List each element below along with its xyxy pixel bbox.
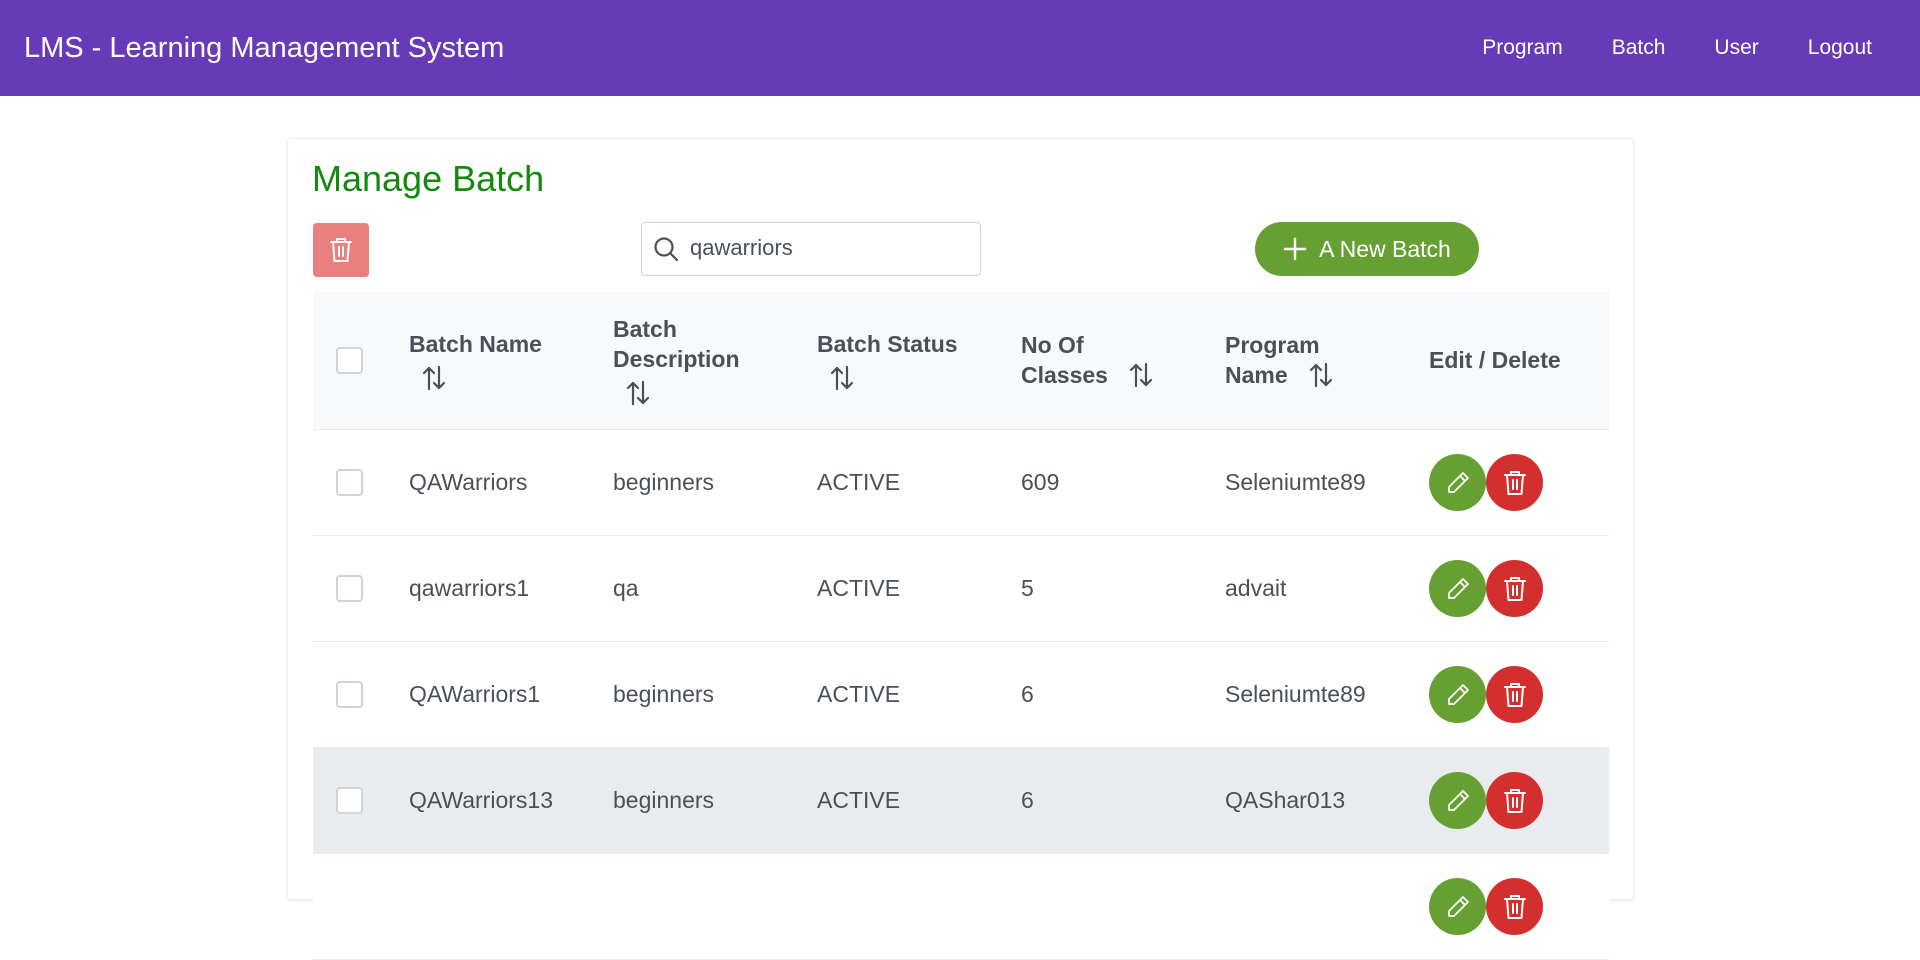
row-checkbox[interactable] <box>336 575 363 602</box>
batch-status-cell: ACTIVE <box>817 469 901 495</box>
edit-button[interactable] <box>1429 560 1486 617</box>
delete-button[interactable] <box>1486 454 1543 511</box>
new-batch-button[interactable]: A New Batch <box>1255 222 1479 276</box>
pencil-icon <box>1445 788 1471 814</box>
new-batch-label: A New Batch <box>1319 235 1451 262</box>
batch-status-cell: ACTIVE <box>817 575 901 601</box>
table-header-row: Batch Name Batch Description Batch Statu… <box>313 291 1609 430</box>
table-row: qawarriors1 qa ACTIVE 5 advait <box>313 536 1609 642</box>
sort-icon[interactable] <box>1128 362 1154 388</box>
pencil-icon <box>1445 894 1471 920</box>
nav-user-link[interactable]: User <box>1714 36 1758 60</box>
header-program-name: Program Name <box>1225 291 1334 429</box>
header-batch-status: Batch Status <box>817 291 958 429</box>
trash-icon <box>329 237 353 263</box>
table-row: QAWarriors beginners ACTIVE 609 Selenium… <box>313 430 1609 536</box>
row-checkbox-cell <box>336 642 363 747</box>
header-program-name-line2: Name <box>1225 362 1288 388</box>
header-batch-description-line1: Batch <box>613 316 677 342</box>
row-actions <box>1429 430 1543 535</box>
batch-status-cell: ACTIVE <box>817 681 901 707</box>
page-title: Manage Batch <box>312 158 545 199</box>
row-checkbox-cell <box>336 748 363 853</box>
batch-description-cell: qa <box>613 575 639 601</box>
program-name-cell: advait <box>1225 575 1287 601</box>
nav-batch-link[interactable]: Batch <box>1612 36 1666 60</box>
header-batch-name: Batch Name <box>409 291 542 429</box>
header-no-of-classes: No Of Classes <box>1021 291 1154 429</box>
trash-icon <box>1503 788 1527 814</box>
trash-icon <box>1503 894 1527 920</box>
no-of-classes-cell: 6 <box>1021 681 1034 707</box>
delete-button[interactable] <box>1486 560 1543 617</box>
select-all-checkbox[interactable] <box>336 346 363 374</box>
no-of-classes-cell: 5 <box>1021 575 1034 601</box>
row-checkbox[interactable] <box>336 469 363 496</box>
row-checkbox-cell <box>336 536 363 641</box>
header-program-name-line1: Program <box>1225 332 1320 358</box>
nav-logout-link[interactable]: Logout <box>1808 36 1872 60</box>
no-of-classes-cell: 6 <box>1021 787 1034 813</box>
batch-name-cell: QAWarriors13 <box>409 787 553 813</box>
sort-icon[interactable] <box>1308 362 1334 388</box>
header-no-of-classes-line2: Classes <box>1021 362 1108 388</box>
program-name-cell: Seleniumte89 <box>1225 681 1366 707</box>
program-name-cell: Seleniumte89 <box>1225 469 1366 495</box>
trash-icon <box>1503 576 1527 602</box>
pencil-icon <box>1445 682 1471 708</box>
manage-batch-card: Manage Batch A New Batch Batch Name <box>287 138 1634 960</box>
search-input[interactable] <box>690 223 970 273</box>
row-actions <box>1429 642 1543 747</box>
batch-name-cell: qawarriors1 <box>409 575 530 601</box>
delete-button[interactable] <box>1486 878 1543 935</box>
batch-name-cell: QAWarriors <box>409 469 528 495</box>
select-all-cell <box>336 291 363 429</box>
plus-icon <box>1283 237 1307 261</box>
nav-menu: Program Batch User Logout <box>1482 0 1920 96</box>
row-actions <box>1429 536 1543 641</box>
table-row-partial <box>313 854 1609 960</box>
edit-button[interactable] <box>1429 772 1486 829</box>
sort-icon[interactable] <box>625 380 651 406</box>
search-field <box>641 222 981 276</box>
pencil-icon <box>1445 470 1471 496</box>
row-actions <box>1429 854 1543 959</box>
pencil-icon <box>1445 576 1471 602</box>
sort-icon[interactable] <box>829 365 855 391</box>
row-checkbox-cell <box>336 430 363 535</box>
delete-button[interactable] <box>1486 772 1543 829</box>
delete-button[interactable] <box>1486 666 1543 723</box>
edit-button[interactable] <box>1429 454 1486 511</box>
batch-table: Batch Name Batch Description Batch Statu… <box>313 291 1609 960</box>
header-batch-status-label: Batch Status <box>817 331 958 357</box>
table-row: QAWarriors13 beginners ACTIVE 6 QAShar01… <box>313 748 1609 854</box>
nav-program-link[interactable]: Program <box>1482 36 1563 60</box>
header-batch-description-line2: Description <box>613 346 740 372</box>
header-batch-description: Batch Description <box>613 291 740 429</box>
trash-icon <box>1503 470 1527 496</box>
edit-button[interactable] <box>1429 878 1486 935</box>
header-batch-name-label: Batch Name <box>409 331 542 357</box>
edit-button[interactable] <box>1429 666 1486 723</box>
header-no-of-classes-line1: No Of <box>1021 332 1084 358</box>
row-checkbox[interactable] <box>336 681 363 708</box>
header-edit-delete: Edit / Delete <box>1429 291 1561 429</box>
row-checkbox[interactable] <box>336 787 363 814</box>
batch-description-cell: beginners <box>613 681 715 707</box>
trash-icon <box>1503 682 1527 708</box>
batch-description-cell: beginners <box>613 469 715 495</box>
table-row: QAWarriors1 beginners ACTIVE 6 Seleniumt… <box>313 642 1609 748</box>
header-edit-delete-label: Edit / Delete <box>1429 347 1561 373</box>
program-name-cell: QAShar013 <box>1225 787 1346 813</box>
batch-status-cell: ACTIVE <box>817 787 901 813</box>
app-title: LMS - Learning Management System <box>24 32 505 64</box>
bulk-delete-button[interactable] <box>313 223 369 277</box>
batch-description-cell: beginners <box>613 787 715 813</box>
row-actions <box>1429 748 1543 853</box>
no-of-classes-cell: 609 <box>1021 469 1060 495</box>
sort-icon[interactable] <box>421 365 447 391</box>
top-navbar: LMS - Learning Management System Program… <box>0 0 1920 96</box>
batch-name-cell: QAWarriors1 <box>409 681 541 707</box>
search-icon <box>653 236 679 267</box>
